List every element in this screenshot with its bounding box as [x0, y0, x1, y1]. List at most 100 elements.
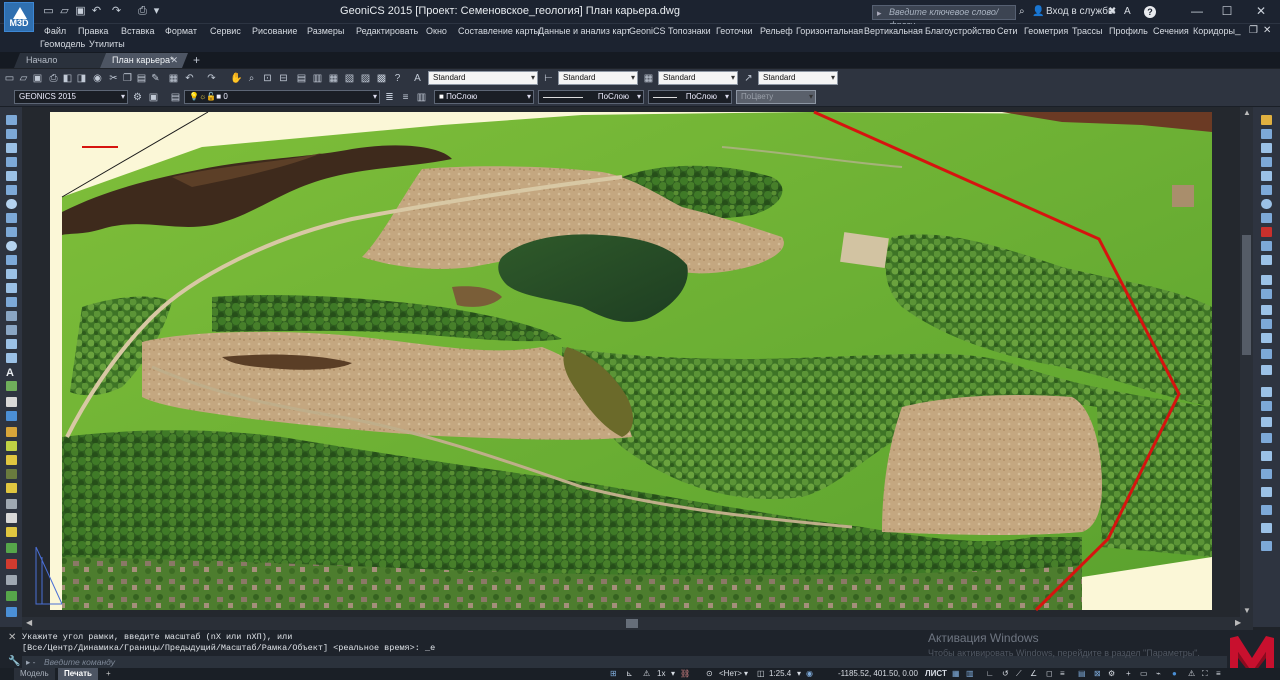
horizontal-scroll-thumb[interactable] — [626, 619, 638, 628]
snap-mode-icon[interactable]: ▥ — [966, 669, 974, 678]
blend-icon[interactable] — [1261, 333, 1272, 343]
geonics-tool-5-icon[interactable] — [6, 455, 17, 465]
search-input[interactable]: ▸Введите ключевое слово/фразу — [872, 5, 1016, 30]
linetype-dropdown[interactable]: ПоСлою ▾ — [538, 90, 644, 104]
grid-display-icon[interactable]: ▦ — [952, 669, 960, 678]
menu-format[interactable]: Формат — [165, 26, 197, 36]
pan-icon[interactable]: ✋ — [230, 73, 242, 84]
isolate-objects-icon[interactable]: ● — [1172, 669, 1177, 678]
minimize-button[interactable]: — — [1182, 0, 1212, 22]
make-block-icon[interactable] — [6, 283, 17, 293]
open-icon[interactable]: ▱ — [18, 73, 29, 84]
modify-tool-20-icon[interactable] — [1261, 417, 1272, 427]
layer-properties-icon[interactable]: ▤ — [170, 92, 181, 103]
layer-dropdown[interactable]: 💡☼🔓■ 0 ▾ — [184, 90, 380, 104]
customize-icon[interactable]: ≡ — [1216, 669, 1221, 678]
3d-dwf-icon[interactable]: ◉ — [92, 73, 103, 84]
move-icon[interactable] — [1261, 185, 1272, 195]
polar-icon[interactable]: ↺ — [1002, 669, 1009, 678]
undo-icon[interactable]: ↶ — [184, 73, 195, 84]
transparency-icon[interactable]: ▤ — [1078, 669, 1086, 678]
help-icon[interactable]: ? — [1144, 6, 1156, 18]
doc-minimize-icon[interactable]: _ — [1235, 25, 1241, 36]
modify-tool-24-icon[interactable] — [1261, 487, 1272, 497]
array-icon[interactable] — [1261, 171, 1272, 181]
menu-sections[interactable]: Сечения — [1153, 26, 1189, 36]
copy-object-icon[interactable] — [1261, 129, 1272, 139]
text-style-dropdown[interactable]: Standard ▾ — [428, 71, 538, 85]
rotate-icon[interactable] — [1261, 199, 1272, 209]
drawing-canvas[interactable] — [22, 107, 1240, 617]
menu-geomodel[interactable]: Геомодель — [40, 39, 85, 49]
app-logo[interactable]: M3D — [4, 2, 34, 32]
menu-routes[interactable]: Трассы — [1072, 26, 1102, 36]
lock-viewport-icon[interactable]: ◉ — [806, 669, 813, 678]
multileader-style-icon[interactable]: ↗ — [743, 73, 754, 84]
cut-icon[interactable]: ✂ — [108, 73, 119, 84]
properties-icon[interactable]: ▤ — [296, 73, 307, 84]
circle-icon[interactable] — [6, 199, 17, 209]
save-icon[interactable]: ▣ — [32, 73, 43, 84]
menu-vertical[interactable]: Вертикальная — [864, 26, 923, 36]
menu-geonics[interactable]: GeoniCS — [629, 26, 666, 36]
a360-icon[interactable]: A — [1124, 6, 1131, 17]
menu-dimensions[interactable]: Размеры — [307, 26, 344, 36]
vertical-scroll-thumb[interactable] — [1242, 235, 1251, 355]
line-icon[interactable] — [6, 115, 17, 125]
tab-model[interactable]: Модель — [14, 668, 55, 680]
close-button[interactable]: ✕ — [1246, 0, 1276, 22]
annotation-visibility-icon[interactable]: ⚠ — [643, 669, 650, 678]
make-current-icon[interactable]: ≣ — [384, 92, 395, 103]
menu-profile[interactable]: Профиль — [1109, 26, 1148, 36]
menu-window[interactable]: Окно — [426, 26, 447, 36]
menu-insert[interactable]: Вставка — [121, 26, 154, 36]
workspace-switch-icon[interactable]: ⚙ — [1108, 669, 1115, 678]
markup-icon[interactable]: ▨ — [360, 73, 371, 84]
annotation-scale-value[interactable]: 1x — [657, 669, 665, 678]
scroll-left-icon[interactable]: ◀ — [26, 618, 32, 627]
ortho-icon[interactable]: ∟ — [986, 669, 994, 678]
geonics-tool-15-icon[interactable] — [6, 607, 17, 617]
ucs-value[interactable]: <Нет> — [719, 669, 742, 678]
region-icon[interactable] — [6, 339, 17, 349]
modify-tool-17-icon[interactable] — [1261, 365, 1272, 375]
gear-icon[interactable]: ⚙ — [132, 92, 143, 103]
quick-properties-icon[interactable]: ⌁ — [1156, 669, 1161, 678]
menu-draw[interactable]: Рисование — [252, 26, 297, 36]
text-style-icon[interactable]: A — [412, 73, 423, 84]
menu-edit[interactable]: Правка — [78, 26, 108, 36]
zoom-previous-icon[interactable]: ⊟ — [278, 73, 289, 84]
geonics-tool-6-icon[interactable] — [6, 469, 17, 479]
trim-icon[interactable] — [1261, 241, 1272, 251]
tab-close-icon[interactable]: ✕ — [170, 53, 178, 67]
geonics-tool-14-icon[interactable] — [6, 591, 17, 601]
modify-tool-23-icon[interactable] — [1261, 469, 1272, 479]
polygon-icon[interactable] — [6, 157, 17, 167]
grid-icon[interactable]: ⊞ — [610, 669, 617, 678]
help-toolbar-icon[interactable]: ? — [392, 73, 403, 84]
menu-map-compose[interactable]: Составление карты — [458, 26, 540, 36]
geonics-tool-12-icon[interactable] — [6, 559, 17, 569]
paper-space-button[interactable]: ЛИСТ — [925, 669, 947, 678]
ellipse-icon[interactable] — [6, 241, 17, 251]
menu-tools[interactable]: Сервис — [210, 26, 241, 36]
menu-networks[interactable]: Сети — [997, 26, 1017, 36]
doc-close-icon[interactable]: ✕ — [1263, 25, 1271, 36]
table-style-icon[interactable]: ▦ — [643, 73, 654, 84]
user-icon[interactable]: 👤 — [1032, 6, 1044, 17]
exchange-icon[interactable]: ✖ — [1108, 6, 1116, 17]
isodraft-icon[interactable]: ⟋ — [1016, 669, 1022, 679]
command-close-icon[interactable]: ✕ — [8, 632, 16, 643]
arc-icon[interactable] — [6, 185, 17, 195]
menu-landscaping[interactable]: Благоустройство — [925, 26, 995, 36]
block-editor-icon[interactable]: ▦ — [168, 73, 179, 84]
modify-tool-22-icon[interactable] — [1261, 451, 1272, 461]
scale-icon[interactable] — [1261, 213, 1272, 223]
lineweight-dropdown[interactable]: ПоСлою ▾ — [648, 90, 732, 104]
geonics-tool-4-icon[interactable] — [6, 441, 17, 451]
geonics-tool-11-icon[interactable] — [6, 543, 17, 553]
geonics-tool-13-icon[interactable] — [6, 575, 17, 585]
geonics-tool-9-icon[interactable] — [6, 513, 17, 523]
gradient-icon[interactable] — [6, 325, 17, 335]
layer-state-icon[interactable]: ▥ — [416, 92, 427, 103]
